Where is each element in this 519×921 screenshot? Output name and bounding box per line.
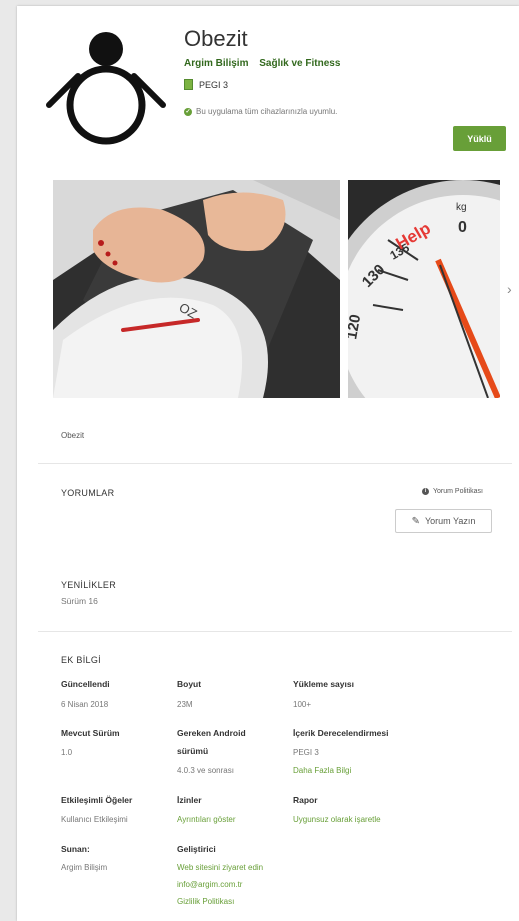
review-policy-link[interactable]: i Yorum Politikası <box>422 488 483 495</box>
interactive-elements-value: Kullanıcı Etkileşimi <box>61 815 128 824</box>
compatibility-notice: ✓ Bu uygulama tüm cihazlarınızla uyumlu. <box>184 107 337 116</box>
size-value: 23M <box>177 700 193 709</box>
developer-email-link[interactable]: info@argim.com.tr <box>177 880 242 889</box>
version-value: 1.0 <box>61 748 73 757</box>
app-title: Obezit <box>184 26 248 51</box>
android-label-line1: Gereken Android <box>177 728 246 738</box>
divider <box>38 463 512 464</box>
content-rating-label: PEGI 3 <box>199 79 229 90</box>
whats-new-text: Sürüm 16 <box>61 596 98 606</box>
write-review-button[interactable]: ✎ Yorum Yazın <box>395 509 492 533</box>
whats-new-heading: YENİLİKLER <box>61 580 117 590</box>
content-rating-label: İçerik Derecelendirmesi <box>293 728 389 738</box>
install-button[interactable]: Yüklü <box>453 126 506 151</box>
developer-row: Argim Bilişim Sağlık ve Fitness <box>184 58 348 69</box>
content-rating-more-link[interactable]: Daha Fazla Bilgi <box>293 766 351 775</box>
divider <box>38 631 512 632</box>
android-value: 4.0.3 ve sonrası <box>177 766 234 775</box>
updated-value: 6 Nisan 2018 <box>61 700 109 709</box>
permissions-details-link[interactable]: Ayrıntıları göster <box>177 815 236 824</box>
android-label-line2: sürümü <box>177 746 209 756</box>
developer-website-link[interactable]: Web sitesini ziyaret edin <box>177 863 263 872</box>
developer-label: Geliştirici <box>177 844 216 854</box>
scale-zero-text: 0 <box>458 219 467 236</box>
write-review-label: Yorum Yazın <box>425 516 476 526</box>
installs-label: Yükleme sayısı <box>293 679 354 689</box>
app-description: Obezit <box>61 431 85 440</box>
interactive-elements-label: Etkileşimli Öğeler <box>61 795 133 805</box>
installs-value: 100+ <box>293 700 312 709</box>
compatibility-text: Bu uygulama tüm cihazlarınızla uyumlu. <box>196 107 338 116</box>
next-screenshot-chevron-icon[interactable]: › <box>507 281 512 297</box>
permissions-label: İzinler <box>177 795 202 805</box>
review-policy-label: Yorum Politikası <box>433 488 483 495</box>
pencil-icon: ✎ <box>411 515 420 527</box>
screenshot-2[interactable]: 135 130 120 Help kg 0 <box>348 180 500 398</box>
offered-by-value: Argim Bilişim <box>61 863 108 872</box>
app-details-card: Obezit Argim Bilişim Sağlık ve Fitness P… <box>17 6 519 921</box>
app-logo <box>46 32 166 145</box>
content-rating: PEGI 3 <box>184 79 228 90</box>
report-label: Rapor <box>293 795 318 805</box>
extra-info-heading: EK BİLGİ <box>61 655 101 665</box>
offered-by-label: Sunan: <box>61 844 90 854</box>
developer-link[interactable]: Argim Bilişim <box>184 58 248 69</box>
check-circle-icon: ✓ <box>184 107 192 116</box>
pegi-icon <box>184 79 193 90</box>
info-icon: i <box>422 488 429 495</box>
screenshot-1[interactable]: OZ <box>53 180 340 398</box>
report-inappropriate-link[interactable]: Uygunsuz olarak işaretle <box>293 815 381 824</box>
privacy-policy-link[interactable]: Gizlilik Politikası <box>177 897 234 906</box>
size-label: Boyut <box>177 679 202 689</box>
scale-unit-text: kg <box>456 202 467 213</box>
updated-label: Güncellendi <box>61 679 110 689</box>
content-rating-value: PEGI 3 <box>293 748 319 757</box>
reviews-heading: YORUMLAR <box>61 488 115 498</box>
version-label: Mevcut Sürüm <box>61 728 120 738</box>
category-link[interactable]: Sağlık ve Fitness <box>259 58 340 69</box>
